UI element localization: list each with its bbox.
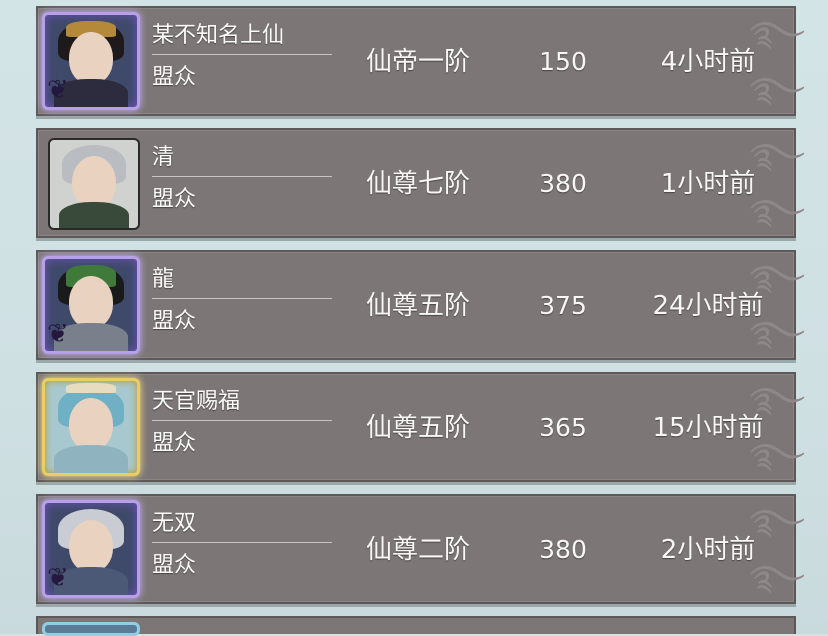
member-power: 365	[539, 413, 587, 442]
avatar-face	[69, 397, 113, 450]
avatar-face	[69, 275, 113, 328]
member-name: 天官赐福	[152, 384, 332, 421]
member-name: 龍	[152, 262, 332, 299]
member-power: 375	[539, 291, 587, 320]
member-role: 盟众	[152, 553, 197, 578]
avatar[interactable]: ❦	[42, 256, 140, 354]
frame-ornament-icon: ❦	[47, 319, 69, 349]
member-role: 盟众	[152, 309, 197, 334]
member-name: 无双	[152, 506, 332, 543]
frame-ornament-icon: ❦	[47, 75, 69, 105]
member-row[interactable]: ࿐ ࿐ 天官赐福 盟众 仙尊五阶 365 15小时前	[36, 372, 805, 482]
member-power: 150	[539, 47, 587, 76]
avatar-face	[69, 31, 113, 84]
avatar[interactable]	[48, 138, 140, 230]
member-name: 某不知名上仙	[152, 18, 332, 55]
member-rank: 仙尊七阶	[365, 169, 470, 199]
member-role: 盟众	[152, 431, 197, 456]
avatar[interactable]: ❦	[42, 12, 140, 110]
member-name: 清	[152, 140, 332, 177]
member-last-online: 15小时前	[652, 413, 764, 443]
member-list: ࿐ ࿐ ❦ 某不知名上仙 盟众 仙帝一阶 150 4小时前 ࿐ ࿐ 清 盟众 仙…	[0, 0, 828, 636]
member-power: 380	[539, 169, 587, 198]
member-last-online: 4小时前	[660, 47, 756, 77]
member-row-partial[interactable]	[36, 616, 796, 636]
member-row[interactable]: ࿐ ࿐ ❦ 无双 盟众 仙尊二阶 380 2小时前	[36, 494, 805, 604]
member-row[interactable]: ࿐ ࿐ 清 盟众 仙尊七阶 380 1小时前	[36, 128, 805, 238]
member-role: 盟众	[152, 65, 197, 90]
member-rank: 仙尊二阶	[365, 535, 470, 565]
avatar[interactable]: ❦	[42, 500, 140, 598]
avatar-body	[58, 201, 130, 228]
member-row[interactable]: ࿐ ࿐ ❦ 龍 盟众 仙尊五阶 375 24小时前	[36, 250, 805, 360]
member-last-online: 2小时前	[660, 535, 756, 565]
member-row[interactable]: ࿐ ࿐ ❦ 某不知名上仙 盟众 仙帝一阶 150 4小时前	[36, 6, 805, 116]
member-last-online: 24小时前	[652, 291, 764, 321]
member-power: 380	[539, 535, 587, 564]
avatar-body	[54, 445, 128, 473]
member-last-online: 1小时前	[660, 169, 756, 199]
avatar-antlers	[66, 382, 116, 393]
member-rank: 仙帝一阶	[365, 47, 470, 77]
member-rank: 仙尊五阶	[365, 413, 470, 443]
avatar[interactable]	[42, 378, 140, 476]
member-rank: 仙尊五阶	[365, 291, 470, 321]
avatar-face	[69, 519, 113, 572]
avatar-face	[72, 155, 116, 208]
frame-ornament-icon: ❦	[47, 563, 69, 593]
member-role: 盟众	[152, 187, 197, 212]
